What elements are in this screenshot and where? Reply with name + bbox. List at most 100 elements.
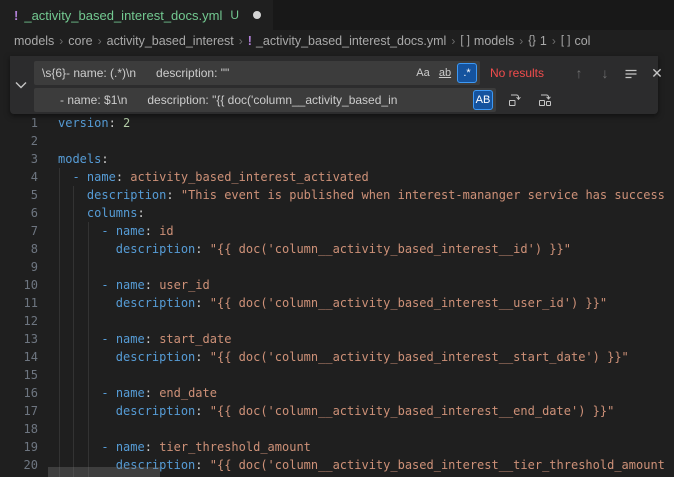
code-text: - name: tier_threshold_amount bbox=[58, 440, 311, 454]
breadcrumb-label: 1 bbox=[540, 34, 547, 48]
code-line[interactable]: 11 description: "{{ doc('column__activit… bbox=[0, 294, 674, 312]
replace-all-icon bbox=[537, 92, 553, 108]
code-line[interactable]: 7 - name: id bbox=[0, 222, 674, 240]
line-number[interactable]: 1 bbox=[0, 114, 38, 132]
code-line[interactable]: 10 - name: user_id bbox=[0, 276, 674, 294]
tab-bar: ! _activity_based_interest_docs.yml U bbox=[0, 0, 674, 30]
find-in-selection-button[interactable] bbox=[620, 62, 642, 84]
breadcrumb-item[interactable]: {} 1 bbox=[528, 34, 547, 48]
replace-input[interactable]: - name: $1\n description: "{{ doc('colum… bbox=[34, 88, 496, 112]
arrow-up-icon: ↑ bbox=[576, 65, 583, 81]
breadcrumb-item[interactable]: [ ] models bbox=[460, 34, 514, 48]
editor[interactable]: 1version: 223models:4 - name: activity_b… bbox=[0, 52, 674, 477]
breadcrumb-separator-icon: › bbox=[451, 34, 455, 48]
code-line[interactable]: 17 description: "{{ doc('column__activit… bbox=[0, 402, 674, 420]
line-number[interactable]: 16 bbox=[0, 384, 38, 402]
code-line[interactable]: 1version: 2 bbox=[0, 114, 674, 132]
horizontal-scrollbar[interactable] bbox=[48, 467, 160, 477]
git-status-badge: U bbox=[230, 8, 239, 22]
breadcrumb-label: models bbox=[14, 34, 54, 48]
line-number[interactable]: 17 bbox=[0, 402, 38, 420]
modified-dot-icon[interactable] bbox=[253, 11, 261, 19]
replace-button[interactable] bbox=[504, 89, 526, 111]
line-number[interactable]: 3 bbox=[0, 150, 38, 168]
breadcrumb-item[interactable]: [ ]col bbox=[561, 34, 591, 48]
whole-word-button[interactable]: ab bbox=[435, 63, 455, 83]
code-line[interactable]: 8 description: "{{ doc('column__activity… bbox=[0, 240, 674, 258]
regex-button[interactable]: .* bbox=[457, 63, 477, 83]
line-number[interactable]: 7 bbox=[0, 222, 38, 240]
breadcrumb-separator-icon: › bbox=[239, 34, 243, 48]
line-number[interactable]: 11 bbox=[0, 294, 38, 312]
code-line[interactable]: 12 bbox=[0, 312, 674, 330]
replace-icon bbox=[507, 92, 523, 108]
code-area[interactable]: 1version: 223models:4 - name: activity_b… bbox=[0, 114, 674, 474]
code-line[interactable]: 5 description: "This event is published … bbox=[0, 186, 674, 204]
line-number[interactable]: 18 bbox=[0, 420, 38, 438]
line-number[interactable]: 6 bbox=[0, 204, 38, 222]
match-case-button[interactable]: Aa bbox=[413, 63, 433, 83]
find-results-label: No results bbox=[490, 66, 552, 80]
object-symbol-icon: {} bbox=[528, 35, 536, 47]
code-line[interactable]: 9 bbox=[0, 258, 674, 276]
close-icon: ✕ bbox=[651, 65, 663, 82]
arrow-down-icon: ↓ bbox=[602, 65, 609, 81]
code-line[interactable]: 19 - name: tier_threshold_amount bbox=[0, 438, 674, 456]
code-text: description: "This event is published wh… bbox=[58, 188, 665, 202]
breadcrumb-label: models bbox=[474, 34, 514, 48]
code-line[interactable]: 14 description: "{{ doc('column__activit… bbox=[0, 348, 674, 366]
breadcrumb: models › core › activity_based_interest ›! _ac… bbox=[0, 30, 674, 52]
find-input[interactable]: \s{6}- name: (.*)\n description: "" Aa a… bbox=[34, 61, 480, 85]
line-number[interactable]: 5 bbox=[0, 186, 38, 204]
line-number[interactable]: 8 bbox=[0, 240, 38, 258]
line-number[interactable]: 20 bbox=[0, 456, 38, 474]
code-text: description: "{{ doc('column__activity_b… bbox=[58, 404, 614, 418]
breadcrumb-label: _activity_based_interest_docs.yml bbox=[256, 34, 446, 48]
code-line[interactable]: 16 - name: end_date bbox=[0, 384, 674, 402]
find-input-value: \s{6}- name: (.*)\n description: "" bbox=[42, 66, 409, 80]
code-line[interactable]: 3models: bbox=[0, 150, 674, 168]
line-number[interactable]: 10 bbox=[0, 276, 38, 294]
chevron-down-icon bbox=[15, 81, 27, 89]
yaml-file-icon: ! bbox=[248, 34, 252, 48]
code-text: description: "{{ doc('column__activity_b… bbox=[58, 350, 629, 364]
breadcrumb-item[interactable]: activity_based_interest bbox=[107, 34, 234, 48]
line-number[interactable]: 2 bbox=[0, 132, 38, 150]
code-text: - name: activity_based_interest_activate… bbox=[58, 170, 369, 184]
line-number[interactable]: 9 bbox=[0, 258, 38, 276]
code-line[interactable]: 18 bbox=[0, 420, 674, 438]
array-symbol-icon: [ ] bbox=[460, 35, 470, 47]
find-replace-widget: \s{6}- name: (.*)\n description: "" Aa a… bbox=[10, 56, 658, 114]
tab-filename: _activity_based_interest_docs.yml bbox=[24, 8, 222, 23]
code-line[interactable]: 2 bbox=[0, 132, 674, 150]
breadcrumb-label: col bbox=[574, 34, 590, 48]
line-number[interactable]: 12 bbox=[0, 312, 38, 330]
breadcrumb-separator-icon: › bbox=[98, 34, 102, 48]
array-symbol-icon: [ ] bbox=[561, 35, 571, 47]
yaml-file-icon: ! bbox=[14, 8, 18, 23]
code-text: - name: user_id bbox=[58, 278, 210, 292]
breadcrumb-item[interactable]: core bbox=[68, 34, 92, 48]
close-button[interactable]: ✕ bbox=[646, 62, 668, 84]
line-number[interactable]: 4 bbox=[0, 168, 38, 186]
code-line[interactable]: 13 - name: start_date bbox=[0, 330, 674, 348]
breadcrumb-item[interactable]: ! _activity_based_interest_docs.yml bbox=[248, 34, 447, 48]
replace-all-button[interactable] bbox=[534, 89, 556, 111]
code-line[interactable]: 4 - name: activity_based_interest_activa… bbox=[0, 168, 674, 186]
line-number[interactable]: 19 bbox=[0, 438, 38, 456]
line-number[interactable]: 14 bbox=[0, 348, 38, 366]
toggle-replace-button[interactable] bbox=[10, 56, 32, 114]
code-text: description: "{{ doc('column__activity_b… bbox=[58, 242, 571, 256]
code-line[interactable]: 6 columns: bbox=[0, 204, 674, 222]
next-match-button[interactable]: ↓ bbox=[594, 62, 616, 84]
breadcrumb-item[interactable]: models bbox=[14, 34, 54, 48]
tab-active-file[interactable]: ! _activity_based_interest_docs.yml U bbox=[0, 0, 273, 30]
preserve-case-button[interactable]: AB bbox=[473, 90, 493, 110]
code-text: description: "{{ doc('column__activity_b… bbox=[58, 296, 607, 310]
line-number[interactable]: 15 bbox=[0, 366, 38, 384]
previous-match-button[interactable]: ↑ bbox=[568, 62, 590, 84]
code-text: - name: id bbox=[58, 224, 174, 238]
line-number[interactable]: 13 bbox=[0, 330, 38, 348]
code-text: - name: start_date bbox=[58, 332, 231, 346]
code-line[interactable]: 15 bbox=[0, 366, 674, 384]
